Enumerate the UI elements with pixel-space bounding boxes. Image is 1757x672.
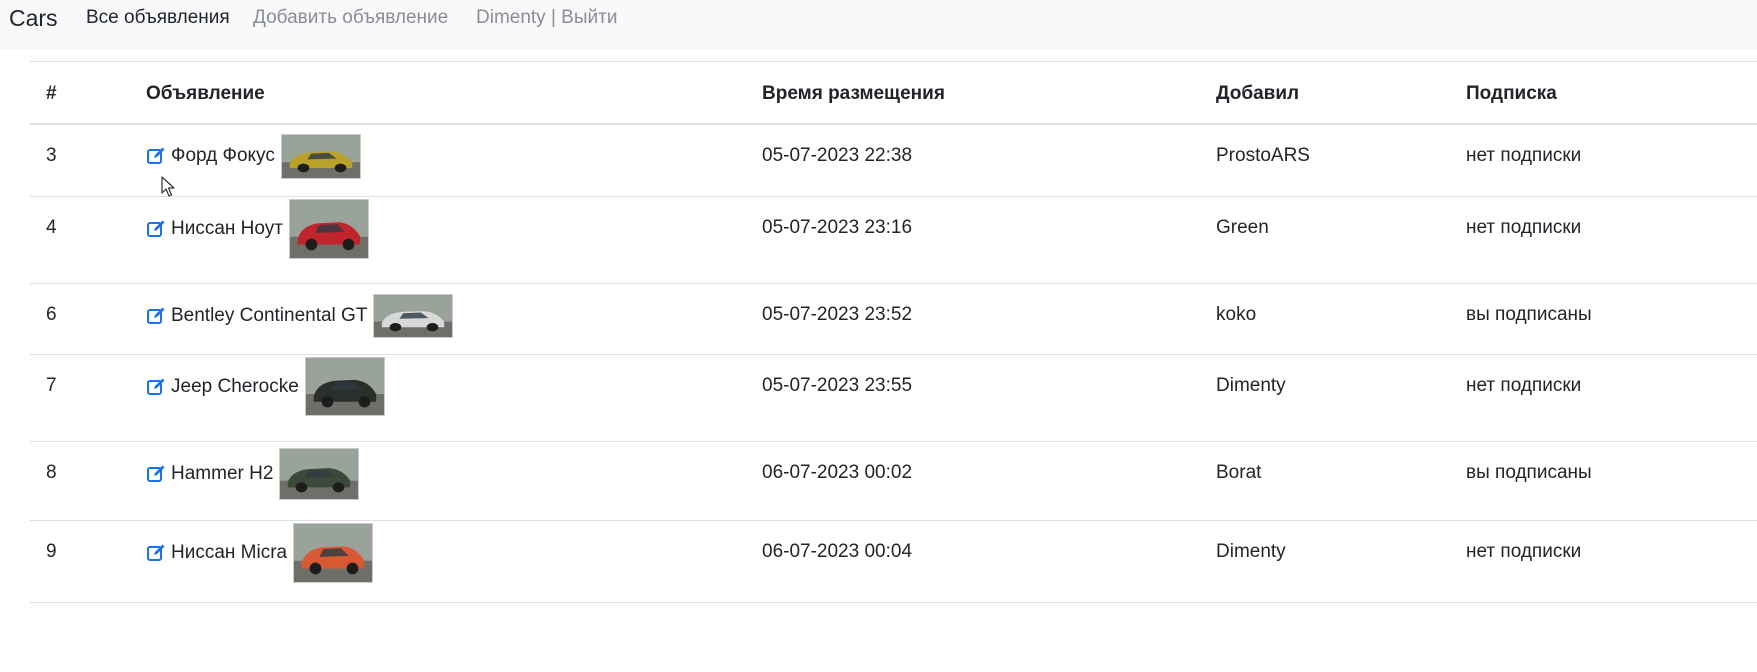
nav-user-logout[interactable]: Dimenty | Выйти bbox=[476, 7, 617, 29]
user-cell: koko bbox=[1216, 304, 1257, 325]
ad-cell: Hammer H2 bbox=[146, 442, 762, 521]
subscription-cell: нет подписки bbox=[1466, 144, 1582, 166]
mouse-cursor-icon bbox=[161, 176, 175, 197]
user-cell: Dimenty bbox=[1216, 541, 1286, 562]
top-navbar: Cars Все объявления Добавить объявление … bbox=[0, 0, 1757, 50]
time-cell: 06-07-2023 00:04 bbox=[762, 541, 913, 562]
car-thumbnail[interactable] bbox=[373, 294, 454, 338]
ad-title-link[interactable]: Ниссан Ноут bbox=[171, 218, 283, 240]
table-row: 4 Ниссан Ноут 05-07-2023 23:16 Green нет… bbox=[30, 197, 1757, 284]
user-cell: Dimenty bbox=[1216, 375, 1286, 396]
car-thumbnail[interactable] bbox=[280, 133, 361, 179]
edit-icon[interactable] bbox=[146, 146, 166, 166]
brand-link[interactable]: Cars bbox=[9, 4, 58, 32]
header-subscription: Подписка bbox=[1466, 83, 1557, 104]
ad-title-link[interactable]: Форд Фокус bbox=[171, 145, 275, 167]
table-row: 7 Jeep Cherocke 05-07-2023 23:55 Dimenty… bbox=[30, 355, 1757, 442]
row-number: 6 bbox=[46, 304, 57, 325]
ad-title-link[interactable]: Ниссан Micra bbox=[171, 542, 287, 564]
ad-cell: Jeep Cherocke bbox=[146, 355, 762, 442]
user-cell: ProstoARS bbox=[1216, 144, 1310, 166]
user-cell: Green bbox=[1216, 217, 1269, 238]
row-number: 9 bbox=[46, 541, 57, 562]
time-cell: 05-07-2023 23:52 bbox=[762, 304, 913, 325]
ad-cell: Ниссан Ноут bbox=[146, 197, 762, 284]
row-number: 8 bbox=[46, 462, 57, 483]
ad-cell: Форд Фокус bbox=[146, 124, 762, 197]
ad-cell: Bentley Continental GT bbox=[146, 284, 762, 355]
table-body: 3 Форд Фокус 05-07-2023 22:38 ProstoARS … bbox=[30, 124, 1757, 603]
row-number: 3 bbox=[46, 144, 57, 166]
nav-all-ads[interactable]: Все объявления bbox=[86, 7, 230, 29]
subscription-cell: нет подписки bbox=[1466, 375, 1582, 396]
edit-icon[interactable] bbox=[146, 377, 166, 397]
header-time: Время размещения bbox=[762, 83, 945, 104]
ads-table-container: # Объявление Время размещения Добавил По… bbox=[30, 61, 1757, 603]
ads-table: # Объявление Время размещения Добавил По… bbox=[30, 61, 1757, 603]
table-row: 9 Ниссан Micra 06-07-2023 00:04 Dimenty … bbox=[30, 521, 1757, 603]
table-row: 6 Bentley Continental GT 05-07-2023 23:5… bbox=[30, 284, 1757, 355]
edit-icon[interactable] bbox=[146, 306, 166, 326]
time-cell: 05-07-2023 23:16 bbox=[762, 217, 913, 238]
user-cell: Borat bbox=[1216, 462, 1262, 483]
time-cell: 06-07-2023 00:02 bbox=[762, 462, 913, 483]
edit-icon[interactable] bbox=[146, 219, 166, 239]
ad-title-link[interactable]: Hammer H2 bbox=[171, 463, 273, 485]
table-row: 8 Hammer H2 06-07-2023 00:02 Borat вы по… bbox=[30, 442, 1757, 521]
car-thumbnail[interactable] bbox=[293, 523, 374, 583]
table-header-row: # Объявление Время размещения Добавил По… bbox=[30, 61, 1757, 124]
ad-title-link[interactable]: Jeep Cherocke bbox=[171, 376, 299, 398]
header-user: Добавил bbox=[1216, 83, 1300, 104]
row-number: 4 bbox=[46, 217, 57, 238]
time-cell: 05-07-2023 23:55 bbox=[762, 375, 913, 396]
car-thumbnail[interactable] bbox=[288, 199, 369, 259]
nav-add-ad[interactable]: Добавить объявление bbox=[253, 7, 448, 29]
ad-title-link[interactable]: Bentley Continental GT bbox=[171, 305, 367, 327]
car-thumbnail[interactable] bbox=[279, 448, 360, 500]
subscription-cell: нет подписки bbox=[1466, 217, 1582, 238]
table-row: 3 Форд Фокус 05-07-2023 22:38 ProstoARS … bbox=[30, 124, 1757, 197]
header-ad: Объявление bbox=[146, 83, 265, 104]
subscription-cell: нет подписки bbox=[1466, 541, 1582, 562]
subscription-cell: вы подписаны bbox=[1466, 462, 1592, 483]
ad-cell: Ниссан Micra bbox=[146, 521, 762, 603]
edit-icon[interactable] bbox=[146, 464, 166, 484]
car-thumbnail[interactable] bbox=[304, 357, 385, 416]
edit-icon[interactable] bbox=[146, 543, 166, 563]
subscription-cell: вы подписаны bbox=[1466, 304, 1592, 325]
row-number: 7 bbox=[46, 375, 57, 396]
header-number: # bbox=[46, 83, 57, 104]
time-cell: 05-07-2023 22:38 bbox=[762, 144, 913, 166]
